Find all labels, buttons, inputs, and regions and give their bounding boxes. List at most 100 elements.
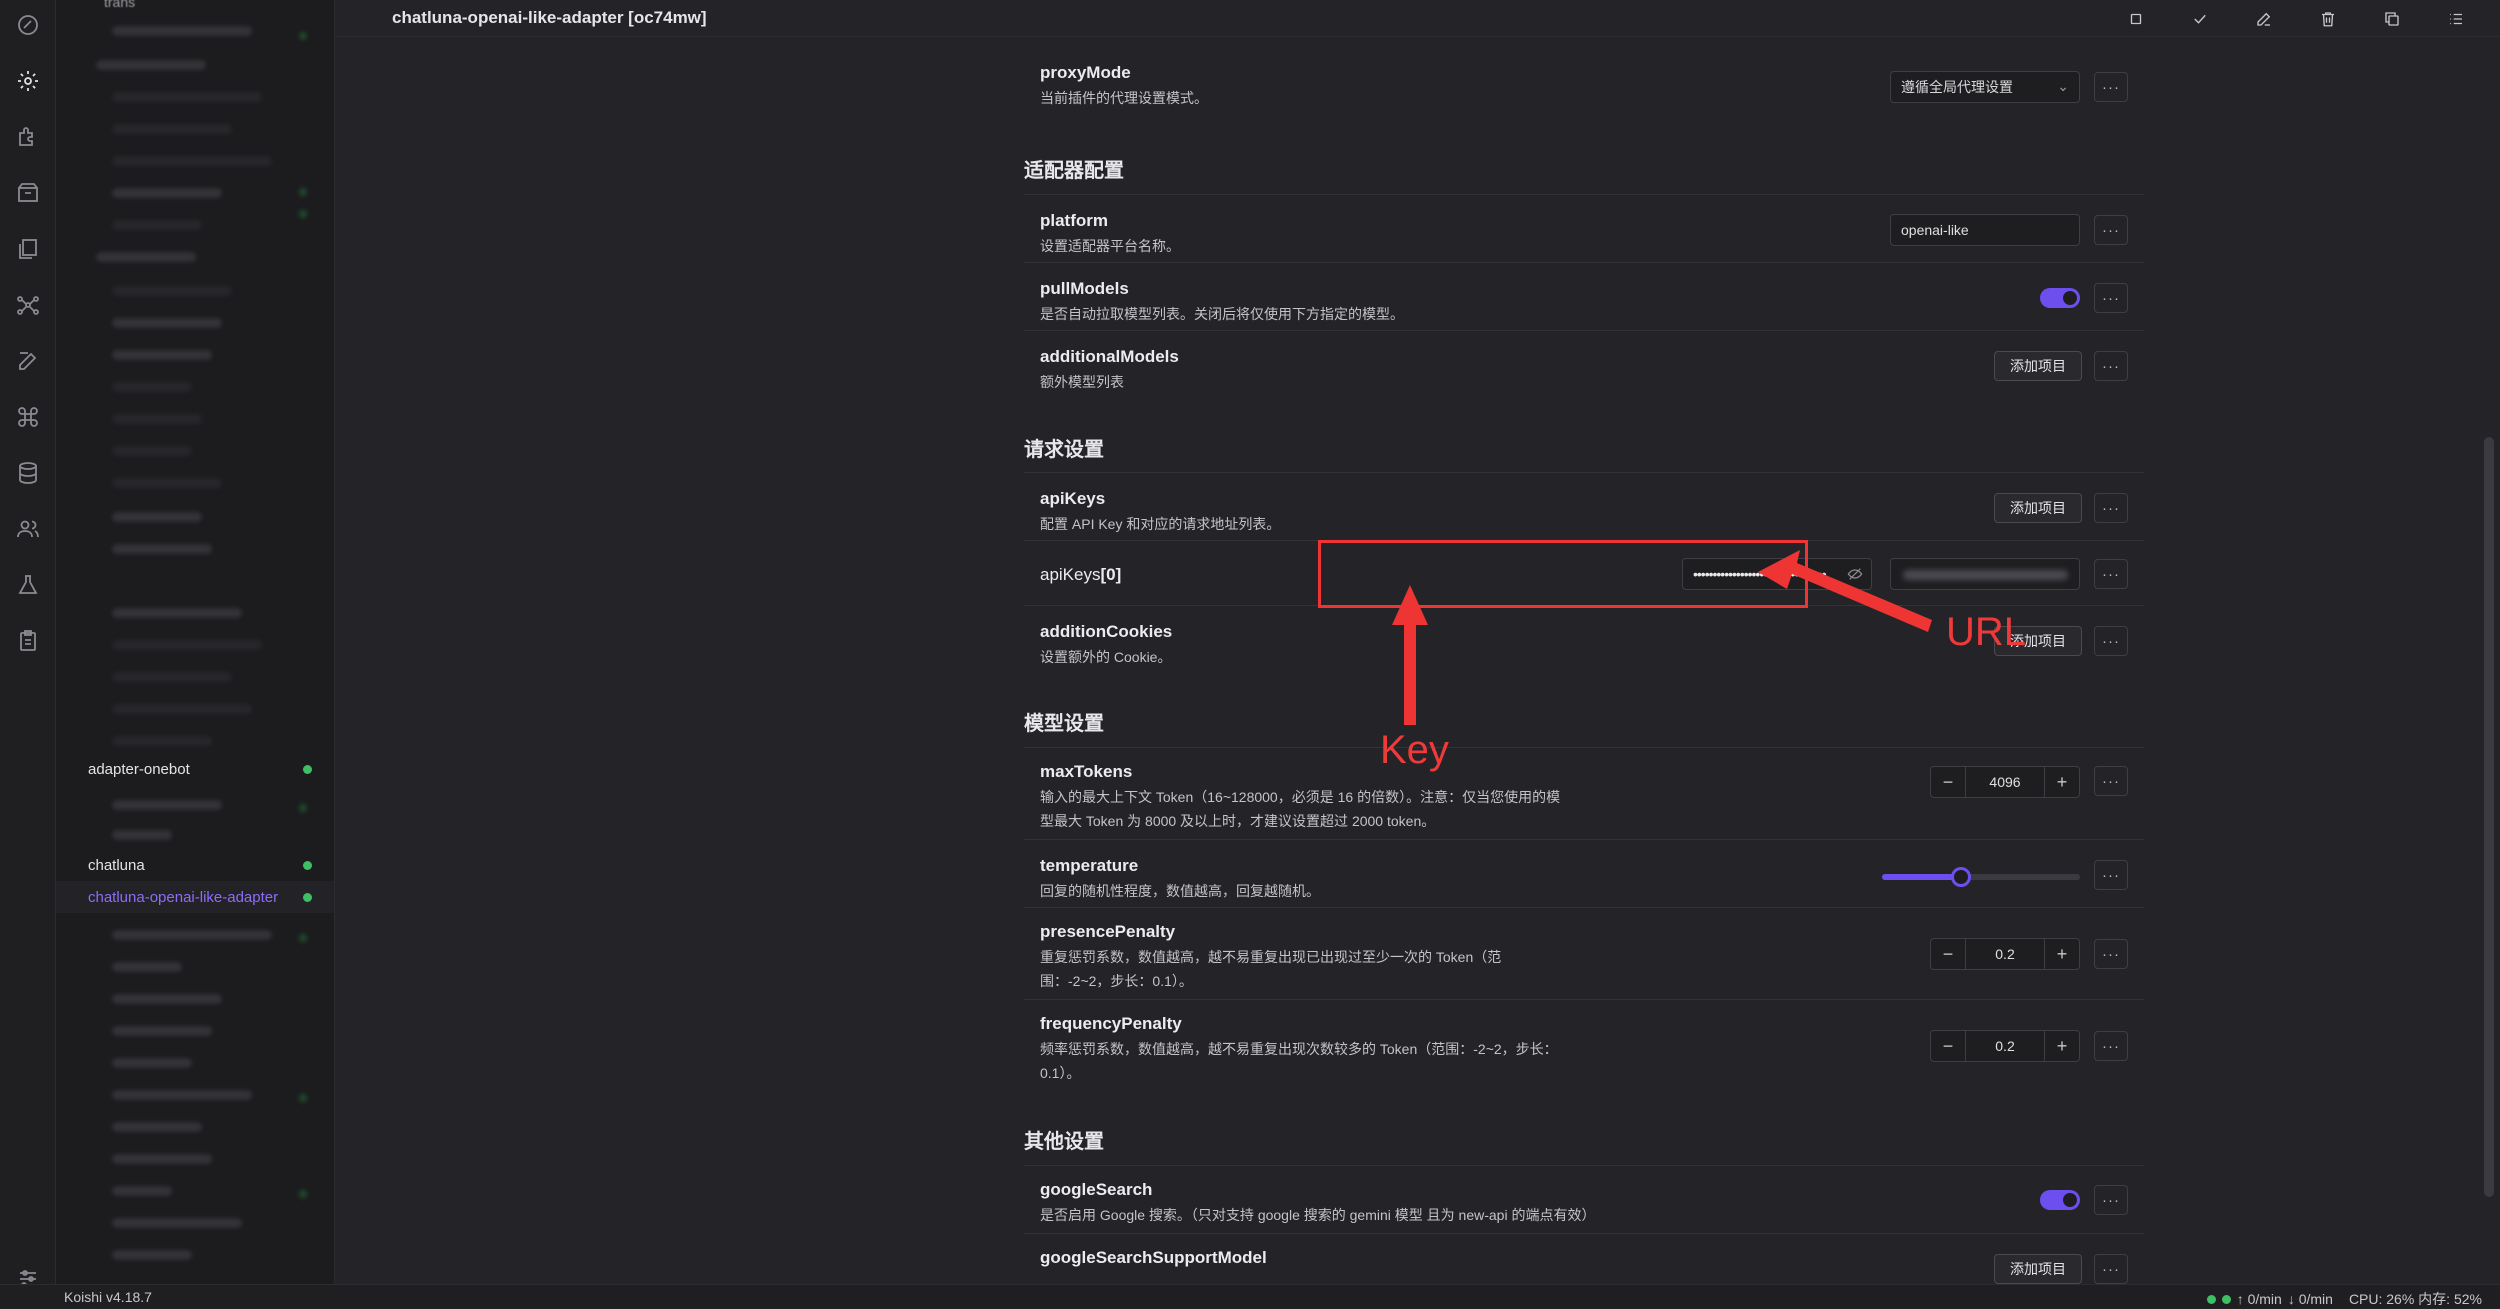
add-item-button[interactable]: 添加项目 — [1994, 1254, 2082, 1284]
settings-panel: proxyMode 当前插件的代理设置模式。 遵循全局代理设置 ⌄ ··· 适配… — [336, 37, 2500, 1284]
database-icon[interactable] — [11, 456, 45, 490]
sidebar-partial-item: trans — [104, 0, 136, 10]
slider-thumb[interactable] — [1951, 867, 1972, 887]
resource-usage: CPU: 26% 内存: 52% — [2348, 1291, 2482, 1307]
key-name: apiKeys — [1040, 565, 1101, 584]
more-button[interactable]: ··· — [2094, 493, 2128, 523]
blurred-item — [112, 1250, 192, 1260]
more-button[interactable]: ··· — [2094, 351, 2128, 381]
setting-name: additionCookies — [1040, 622, 1173, 641]
more-button[interactable]: ··· — [2094, 626, 2128, 656]
command-icon[interactable] — [11, 400, 45, 434]
more-button[interactable]: ··· — [2094, 860, 2128, 890]
more-button[interactable]: ··· — [2094, 766, 2128, 796]
plugin-label: adapter-onebot — [88, 760, 190, 778]
add-item-button[interactable]: 添加项目 — [1994, 493, 2082, 523]
status-dot — [2206, 1294, 2216, 1304]
add-item-button[interactable]: 添加项目 — [1994, 351, 2082, 381]
flask-icon[interactable] — [11, 568, 45, 602]
setting-name: apiKeys — [1040, 489, 1106, 508]
increment-button[interactable]: + — [2045, 767, 2079, 797]
blurred-item — [112, 156, 272, 166]
setting-proxyMode: proxyMode 当前插件的代理设置模式。 遵循全局代理设置 ⌄ ··· — [1024, 37, 2144, 117]
users-icon[interactable] — [11, 512, 45, 546]
url-annotation: URL — [1946, 610, 2027, 654]
more-button[interactable]: ··· — [2094, 1031, 2128, 1061]
frequency-penalty-stepper[interactable]: − 0.2 + — [1930, 1030, 2080, 1062]
section-adapter: 适配器配置 — [1024, 160, 1124, 182]
platform-input[interactable]: openai-like — [1890, 214, 2080, 246]
plugin-sidebar: trans adapter-onebot chatluna chatluna-o… — [56, 0, 335, 1284]
more-button[interactable]: ··· — [2094, 939, 2128, 969]
temperature-slider[interactable] — [1882, 867, 2080, 887]
plugin-item-chatluna[interactable]: chatluna — [56, 849, 334, 881]
puzzle-icon[interactable] — [11, 120, 45, 154]
plugin-label: chatluna-openai-like-adapter — [88, 888, 279, 906]
more-button[interactable]: ··· — [2094, 283, 2128, 313]
list-icon[interactable] — [2442, 5, 2470, 33]
setting-additionalModels: additionalModels 额外模型列表 添加项目 ··· — [1024, 330, 2144, 398]
more-button[interactable]: ··· — [2094, 215, 2128, 245]
google-search-toggle[interactable] — [2040, 1190, 2080, 1210]
proxy-mode-select[interactable]: 遵循全局代理设置 ⌄ — [1890, 71, 2080, 103]
status-metrics: ↑ 0/min ↓ 0/min CPU: 26% 内存: 52% — [2206, 1289, 2482, 1309]
blurred-item — [112, 800, 222, 810]
decrement-button[interactable]: − — [1931, 767, 1965, 797]
dashboard-icon[interactable] — [11, 8, 45, 42]
blurred-item — [112, 1122, 202, 1132]
plugin-item-chatluna-openai-like-adapter[interactable]: chatluna-openai-like-adapter — [56, 881, 334, 913]
plugin-item-adapter-onebot[interactable]: adapter-onebot — [56, 753, 334, 785]
increment-button[interactable]: + — [2045, 1031, 2079, 1061]
blurred-status — [299, 32, 307, 40]
blurred-item — [112, 92, 262, 102]
edit-icon[interactable] — [11, 344, 45, 378]
copy-icon[interactable] — [2378, 5, 2406, 33]
plugin-label: chatluna — [88, 856, 145, 874]
api-url-input[interactable] — [1890, 558, 2080, 590]
more-button[interactable]: ··· — [2094, 1254, 2128, 1284]
blurred-item — [112, 1154, 212, 1164]
stepper-value[interactable]: 0.2 — [1965, 1031, 2045, 1061]
blurred-item — [112, 672, 232, 682]
blurred-status — [299, 188, 307, 196]
box-icon[interactable] — [11, 176, 45, 210]
blurred-item — [112, 26, 252, 36]
check-icon[interactable] — [2186, 5, 2214, 33]
clipboard-icon[interactable] — [11, 624, 45, 658]
pull-models-toggle[interactable] — [2040, 288, 2080, 308]
setting-name: maxTokens — [1040, 762, 1133, 781]
setting-desc: 当前插件的代理设置模式。 — [1040, 90, 1208, 106]
setting-name: platform — [1040, 211, 1108, 230]
max-tokens-stepper[interactable]: − 4096 + — [1930, 766, 2080, 798]
blurred-item — [112, 1218, 242, 1228]
setting-name: frequencyPenalty — [1040, 1014, 1182, 1033]
presence-penalty-stepper[interactable]: − 0.2 + — [1930, 938, 2080, 970]
edit-icon[interactable] — [2250, 5, 2278, 33]
version-label: Koishi v4.18.7 — [64, 1289, 152, 1305]
status-dot — [303, 861, 312, 870]
more-button[interactable]: ··· — [2094, 72, 2128, 102]
scrollbar[interactable] — [2484, 437, 2494, 1197]
more-button[interactable]: ··· — [2094, 559, 2128, 589]
more-button[interactable]: ··· — [2094, 1185, 2128, 1215]
stepper-value[interactable]: 4096 — [1965, 767, 2045, 797]
trash-icon[interactable] — [2314, 5, 2342, 33]
setting-name: proxyMode — [1040, 63, 1131, 82]
setting-name: temperature — [1040, 856, 1139, 875]
setting-desc: 设置额外的 Cookie。 — [1040, 649, 1172, 665]
decrement-button[interactable]: − — [1931, 1031, 1965, 1061]
gear-icon[interactable] — [11, 64, 45, 98]
network-icon[interactable] — [11, 288, 45, 322]
blurred-item — [112, 962, 182, 972]
section-request: 请求设置 — [1024, 439, 1104, 461]
decrement-button[interactable]: − — [1931, 939, 1965, 969]
blurred-item — [112, 1026, 212, 1036]
blurred-item — [112, 1186, 172, 1196]
files-icon[interactable] — [11, 232, 45, 266]
stop-icon[interactable] — [2122, 5, 2150, 33]
increment-button[interactable]: + — [2045, 939, 2079, 969]
eye-off-icon[interactable] — [1847, 566, 1863, 582]
blurred-item — [96, 252, 196, 262]
stepper-value[interactable]: 0.2 — [1965, 939, 2045, 969]
setting-maxTokens: maxTokens 输入的最大上下文 Token（16~128000，必须是 1… — [1024, 747, 2144, 839]
